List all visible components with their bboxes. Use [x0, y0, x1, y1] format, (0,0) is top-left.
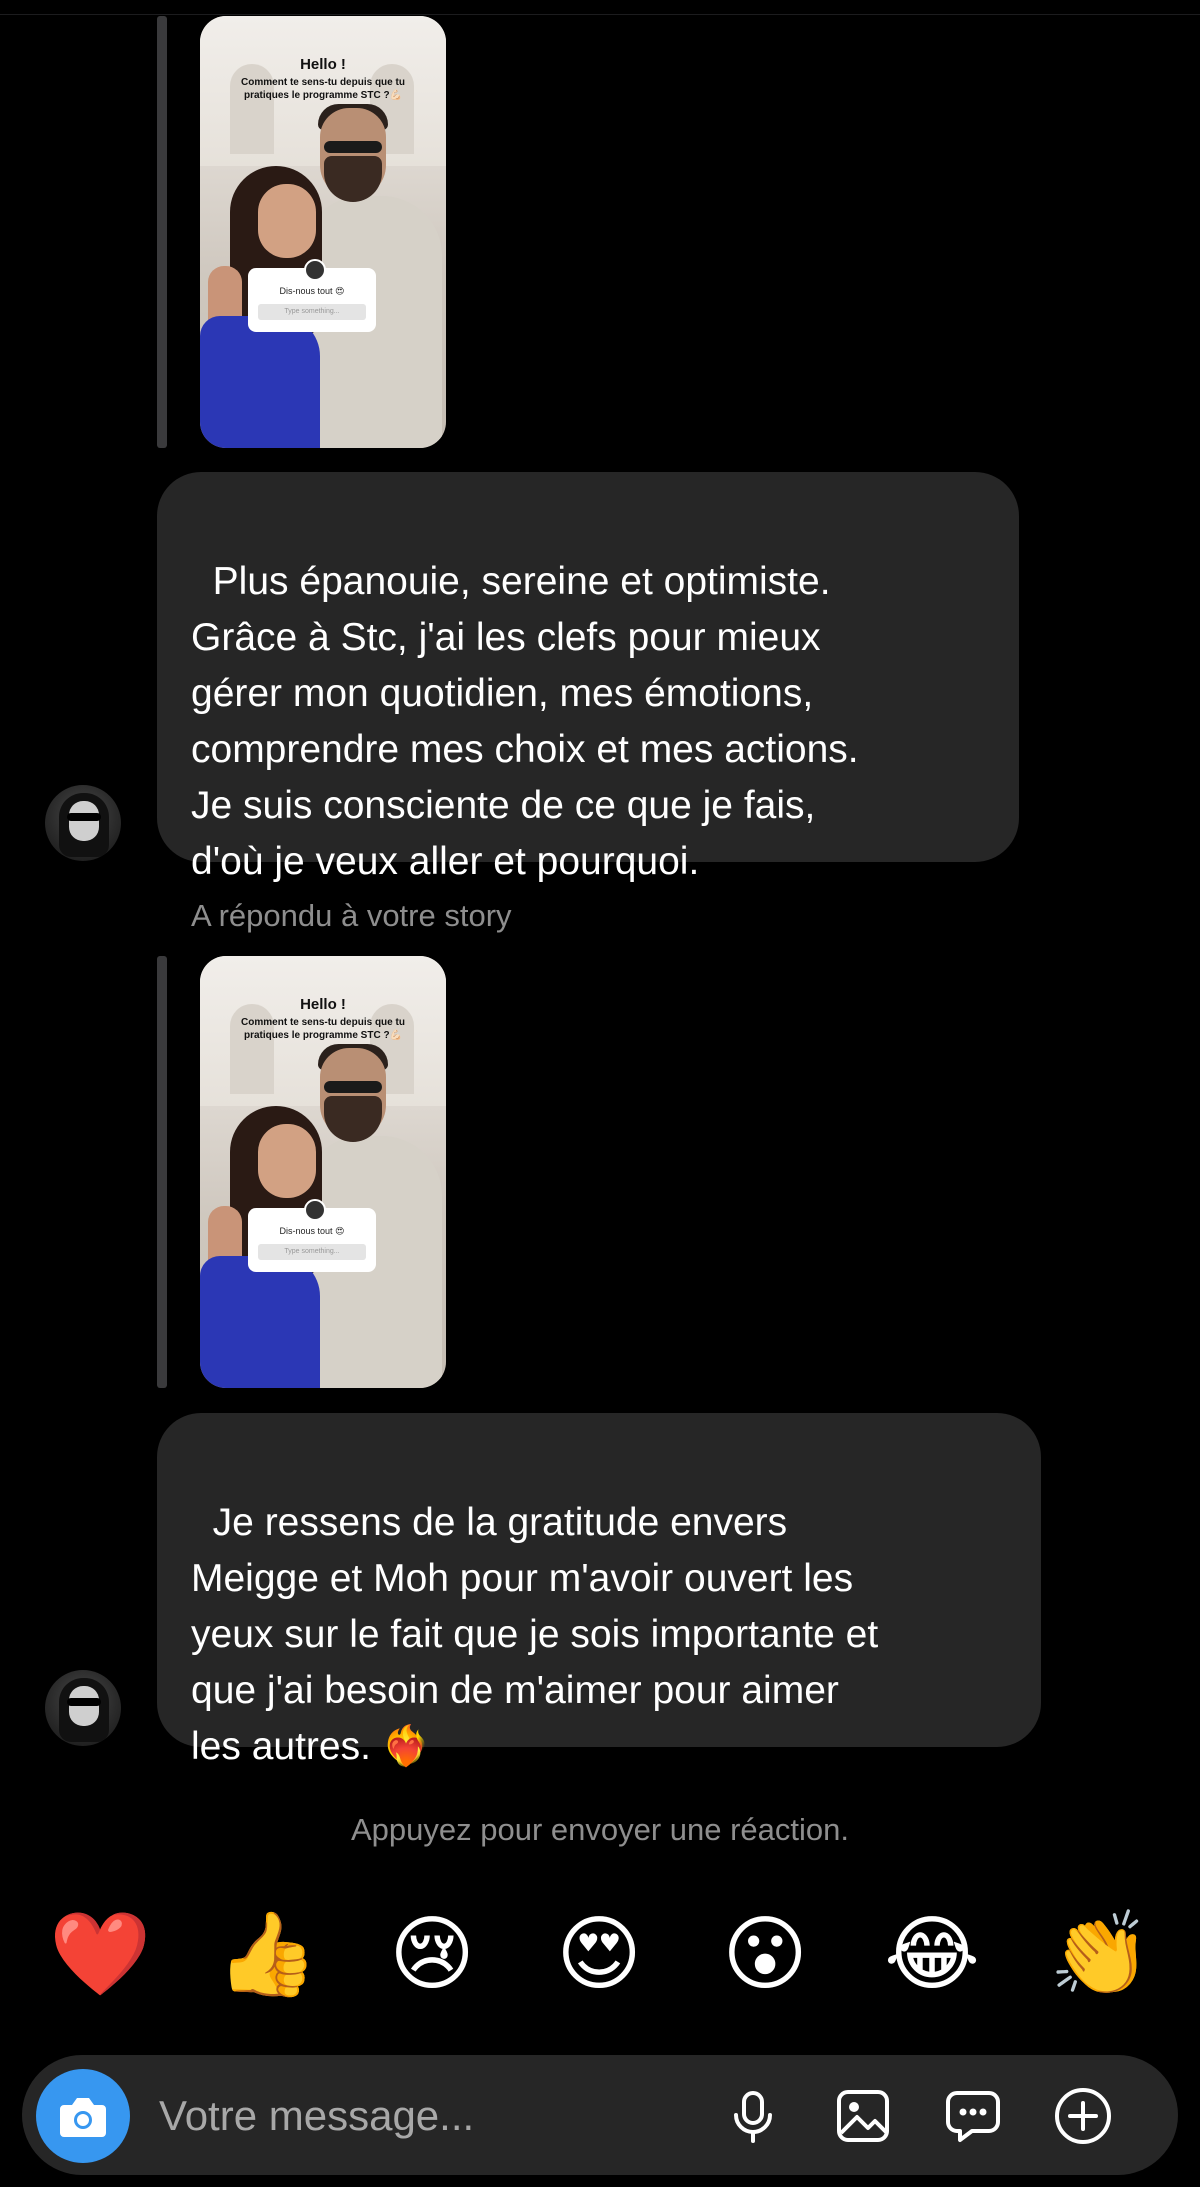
story-question-text: Comment te sens-tu depuis que tu pratiqu… [241, 1017, 405, 1041]
sticker-chat-icon[interactable] [942, 2085, 1004, 2147]
story-reply-label: A répondu à votre story [191, 898, 512, 933]
story-hello-text: Hello ! [300, 56, 346, 73]
reaction-clapping[interactable]: 👏 [1049, 1905, 1151, 2005]
story-preview-2[interactable]: Hello ! Comment te sens-tu depuis que tu… [200, 956, 446, 1388]
quick-reactions-bar: ❤️ 👍 😢 😍 😮 😂 👏 [0, 1905, 1200, 2005]
avatar-face [69, 801, 99, 841]
story-person [200, 1256, 320, 1388]
story-preview-1[interactable]: Hello ! Comment te sens-tu depuis que tu… [200, 16, 446, 448]
sticker-avatar [304, 259, 326, 281]
sticker-title: Dis-nous tout 😍 [279, 1226, 345, 1236]
microphone-icon[interactable] [722, 2085, 784, 2147]
sticker-input: Type something... [258, 304, 366, 320]
story-reply-thread-line [157, 16, 167, 448]
story-reply-thread-line [157, 956, 167, 1388]
gallery-icon[interactable] [832, 2085, 894, 2147]
story-person [258, 1124, 316, 1198]
sticker-title: Dis-nous tout 😍 [279, 286, 345, 296]
message-bubble-1[interactable]: Plus épanouie, sereine et optimiste. Grâ… [157, 472, 1019, 883]
avatar-glasses [67, 1698, 101, 1706]
top-divider [0, 14, 1200, 15]
reaction-hint: Appuyez pour envoyer une réaction. [350, 1812, 850, 1847]
message-bubble-2[interactable]: Je ressens de la gratitude envers Meigge… [157, 1413, 1041, 1768]
story-hello-text: Hello ! [300, 996, 346, 1013]
reaction-heart[interactable]: ❤️ [49, 1905, 151, 2005]
message-text: Plus épanouie, sereine et optimiste. Grâ… [191, 560, 859, 883]
sticker-input: Type something... [258, 1244, 366, 1260]
reaction-surprised[interactable]: 😮 [715, 1905, 815, 2005]
avatar-glasses [67, 813, 101, 821]
avatar-face [69, 1686, 99, 1726]
message-text: Je ressens de la gratitude envers Meigge… [191, 1501, 879, 1768]
message-input[interactable] [157, 2085, 721, 2147]
camera-button[interactable] [36, 2069, 130, 2163]
add-icon[interactable] [1052, 2085, 1114, 2147]
reaction-crying[interactable]: 😢 [382, 1905, 482, 2005]
camera-icon [60, 2098, 106, 2137]
reaction-laughing[interactable]: 😂 [882, 1905, 982, 2005]
sticker-avatar [304, 1199, 326, 1221]
story-person [200, 316, 320, 448]
sender-avatar[interactable] [45, 785, 121, 861]
story-person [324, 141, 382, 153]
sender-avatar[interactable] [45, 1670, 121, 1746]
reaction-heart-eyes[interactable]: 😍 [549, 1905, 649, 2005]
reaction-thumbs-up[interactable]: 👍 [216, 1905, 318, 2005]
story-person [324, 1081, 382, 1093]
story-question-text: Comment te sens-tu depuis que tu pratiqu… [241, 77, 405, 101]
story-person [258, 184, 316, 258]
message-composer [22, 2055, 1178, 2175]
